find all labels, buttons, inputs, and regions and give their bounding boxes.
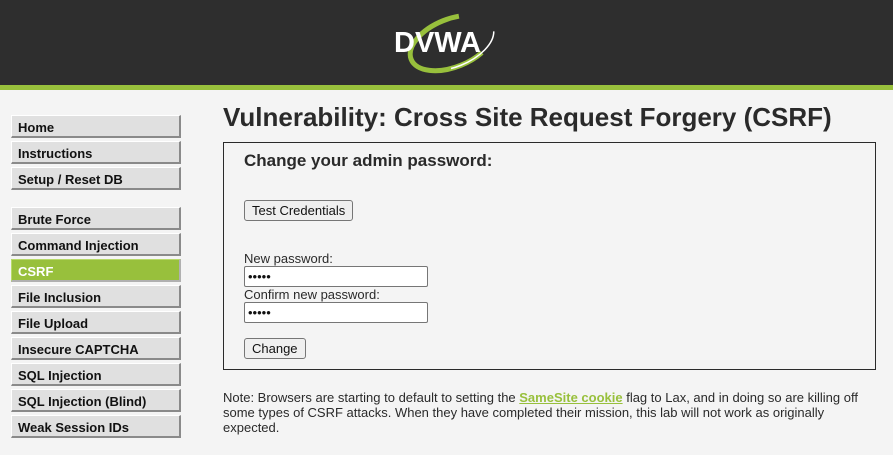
menu-item-command-injection[interactable]: Command Injection <box>11 233 181 256</box>
menu-item-setup-reset-db[interactable]: Setup / Reset DB <box>11 167 181 190</box>
note-text-before: Note: Browsers are starting to default t… <box>223 390 520 405</box>
menu-item-insecure-captcha[interactable]: Insecure CAPTCHA <box>11 337 181 360</box>
menu-item-file-inclusion[interactable]: File Inclusion <box>11 285 181 308</box>
menu-item-csrf[interactable]: CSRF <box>11 259 181 282</box>
confirm-password-field[interactable]: ••••• <box>244 302 428 323</box>
menu-item-sql-injection[interactable]: SQL Injection <box>11 363 181 386</box>
header-bar: DVWA <box>0 0 893 90</box>
menu-item-weak-session-ids[interactable]: Weak Session IDs <box>11 415 181 438</box>
menu-item-home[interactable]: Home <box>11 115 181 138</box>
csrf-form-box: Change your admin password: Test Credent… <box>223 142 876 370</box>
dvwa-logo[interactable]: DVWA <box>392 10 502 74</box>
samesite-note: Note: Browsers are starting to default t… <box>223 390 873 435</box>
menu-group-vulnerabilities: Brute Force Command Injection CSRF File … <box>11 207 181 438</box>
menu-group-general: Home Instructions Setup / Reset DB <box>11 115 181 190</box>
new-password-field[interactable]: ••••• <box>244 266 428 287</box>
sidebar-menu: Home Instructions Setup / Reset DB Brute… <box>11 115 181 455</box>
menu-item-instructions[interactable]: Instructions <box>11 141 181 164</box>
main-content: Vulnerability: Cross Site Request Forger… <box>223 100 878 435</box>
form-heading: Change your admin password: <box>244 151 493 170</box>
confirm-password-label: Confirm new password: <box>244 287 380 302</box>
page-title: Vulnerability: Cross Site Request Forger… <box>223 102 832 132</box>
test-credentials-button[interactable]: Test Credentials <box>244 200 354 221</box>
menu-item-brute-force[interactable]: Brute Force <box>11 207 181 230</box>
samesite-cookie-link[interactable]: SameSite cookie <box>519 390 622 405</box>
menu-item-sql-injection-blind[interactable]: SQL Injection (Blind) <box>11 389 181 412</box>
menu-item-file-upload[interactable]: File Upload <box>11 311 181 334</box>
logo-text: DVWA <box>394 27 481 59</box>
new-password-label: New password: <box>244 251 333 266</box>
change-button[interactable]: Change <box>244 338 306 359</box>
